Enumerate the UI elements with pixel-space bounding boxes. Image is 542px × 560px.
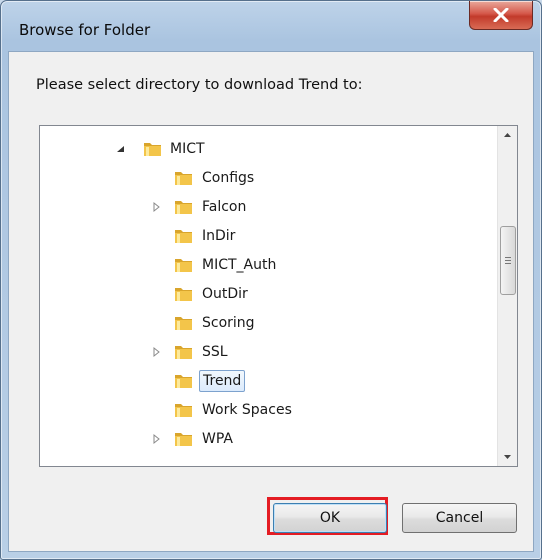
tree-item[interactable]: Falcon — [40, 196, 497, 218]
tree-item[interactable]: InDir — [40, 225, 497, 247]
dialog-client-area: Please select directory to download Tren… — [8, 51, 534, 552]
close-icon — [493, 8, 509, 22]
tree-item-label: Falcon — [202, 199, 247, 215]
prompt-text: Please select directory to download Tren… — [36, 77, 363, 93]
folder-icon — [143, 140, 163, 158]
folder-icon — [174, 372, 194, 390]
browse-for-folder-dialog: Browse for Folder Please select director… — [0, 0, 542, 560]
title-bar[interactable]: Browse for Folder — [1, 1, 541, 39]
window-title: Browse for Folder — [19, 21, 151, 39]
tree-item[interactable]: MICT — [40, 138, 497, 160]
tree-scrollbar[interactable] — [497, 126, 517, 466]
folder-icon — [174, 401, 194, 419]
tree-item[interactable]: SSL — [40, 341, 497, 363]
cancel-button[interactable]: Cancel — [402, 503, 517, 533]
tree-item[interactable]: WPA — [40, 428, 497, 450]
tree-item[interactable]: MICT_Auth — [40, 254, 497, 276]
folder-icon — [174, 256, 194, 274]
folder-icon — [174, 198, 194, 216]
tree-item-label: Work Spaces — [202, 402, 292, 418]
folder-icon — [174, 227, 194, 245]
tree-item[interactable]: Configs — [40, 167, 497, 189]
folder-tree-list: MICT Configs Falcon InDir MICT_Auth OutDir Sco… — [40, 126, 497, 466]
tree-item[interactable]: Trend — [40, 370, 497, 392]
tree-item-label: Trend — [199, 370, 246, 392]
ok-button[interactable]: OK — [273, 503, 387, 533]
folder-icon — [174, 285, 194, 303]
folder-icon — [174, 169, 194, 187]
collapsed-triangle-icon[interactable] — [151, 428, 163, 450]
folder-tree[interactable]: MICT Configs Falcon InDir MICT_Auth OutDir Sco… — [39, 125, 518, 467]
scroll-up-button[interactable] — [498, 126, 517, 144]
scroll-down-button[interactable] — [498, 448, 517, 466]
scroll-up-arrow-icon — [504, 133, 511, 137]
scroll-down-arrow-icon — [504, 455, 511, 459]
close-button[interactable] — [469, 1, 533, 30]
collapsed-triangle-icon[interactable] — [151, 341, 163, 363]
tree-item[interactable]: Work Spaces — [40, 399, 497, 421]
tree-item-label: Configs — [202, 170, 255, 186]
expanded-triangle-icon[interactable] — [115, 138, 127, 160]
tree-item[interactable]: OutDir — [40, 283, 497, 305]
folder-icon — [174, 343, 194, 361]
tree-item-label: WPA — [202, 431, 233, 447]
collapsed-triangle-icon[interactable] — [151, 196, 163, 218]
folder-icon — [174, 430, 194, 448]
tree-item-label: MICT_Auth — [202, 257, 277, 273]
tree-item-label: Scoring — [202, 315, 255, 331]
folder-icon — [174, 314, 194, 332]
tree-item-label: MICT — [170, 141, 205, 157]
scroll-grip-icon — [505, 257, 511, 266]
scroll-thumb[interactable] — [500, 226, 516, 295]
tree-item-label: SSL — [202, 344, 228, 360]
tree-item-label: OutDir — [202, 286, 248, 302]
tree-item-label: InDir — [202, 228, 236, 244]
tree-item[interactable]: Scoring — [40, 312, 497, 334]
